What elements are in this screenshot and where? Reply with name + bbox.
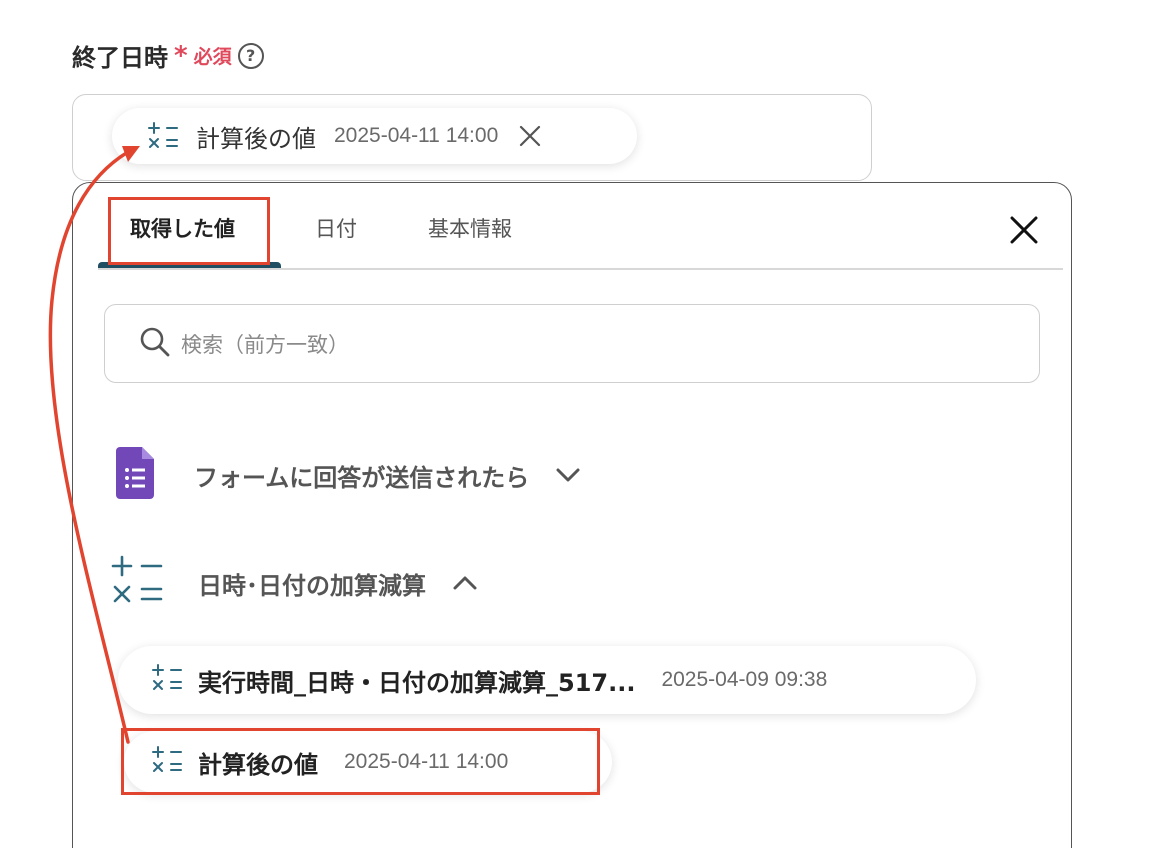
section-title-forms: フォームに回答が送信されたら: [194, 463, 530, 492]
calculator-icon: [150, 663, 184, 697]
tab-basic-info[interactable]: 基本情報: [428, 213, 512, 243]
section-form-submitted[interactable]: フォームに回答が送信されたら: [116, 447, 581, 503]
close-icon[interactable]: [1008, 214, 1040, 250]
search-input[interactable]: 検索（前方一致）: [104, 304, 1040, 383]
field-label: 終了日時: [72, 44, 168, 72]
required-text: 必須: [193, 46, 232, 68]
tab-acquired-values[interactable]: 取得した値: [130, 213, 235, 243]
search-icon: [139, 326, 171, 362]
tab-date[interactable]: 日付: [315, 213, 357, 243]
list-item-execution-time[interactable]: 実行時間_日時・日付の加算減算_517... 2025-04-09 09:38: [118, 646, 976, 714]
field-label-row: 終了日時 * 必須 ?: [72, 38, 264, 73]
help-icon[interactable]: ?: [237, 42, 264, 69]
chevron-down-icon[interactable]: [555, 467, 581, 483]
page: 終了日時 * 必須 ? 計算後の値 2025-04-11 14:00 取得した値…: [0, 0, 1162, 848]
chip-remove-icon[interactable]: [518, 124, 542, 148]
chevron-up-icon[interactable]: [452, 575, 478, 591]
chip-label: 計算後の値: [196, 124, 316, 153]
calculator-icon: [150, 745, 184, 779]
section-title-calc: 日時･日付の加算減算: [198, 571, 426, 600]
required-mark: *: [174, 40, 188, 71]
item-value: 2025-04-11 14:00: [344, 750, 509, 773]
section-datetime-calc[interactable]: 日時･日付の加算減算: [110, 555, 478, 611]
selected-value-chip[interactable]: 計算後の値 2025-04-11 14:00: [112, 108, 637, 164]
calculator-icon: [110, 555, 164, 611]
list-item-calculated-value[interactable]: 計算後の値 2025-04-11 14:00: [124, 731, 612, 793]
item-label: 計算後の値: [198, 750, 318, 779]
chip-value: 2025-04-11 14:00: [334, 124, 499, 147]
google-forms-icon: [116, 447, 154, 503]
item-label: 実行時間_日時・日付の加算減算_517...: [198, 668, 636, 697]
tab-divider: [98, 268, 1063, 270]
item-value: 2025-04-09 09:38: [661, 668, 828, 691]
search-placeholder: 検索（前方一致）: [181, 332, 349, 357]
calculator-icon: [146, 121, 180, 151]
